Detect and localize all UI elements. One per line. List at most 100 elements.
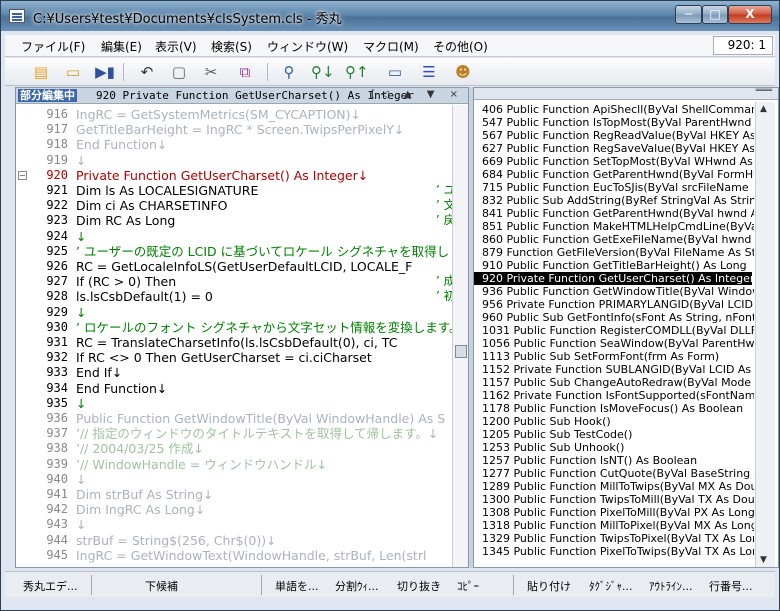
outline-item[interactable]: 956 Private Function PRIMARYLANGID(ByVal… <box>474 298 753 311</box>
outline-item[interactable]: 960 Public Sub GetFontInfo(sFont As Stri… <box>474 311 754 324</box>
editor-pane[interactable]: 部分編集中 920 Private Function GetUserCharse… <box>15 87 469 568</box>
outline-item[interactable]: 1205 Public Sub TestCode() <box>474 428 752 441</box>
outline-item[interactable]: 1056 Public Function SeaWindow(ByVal Par… <box>474 337 754 350</box>
menu-window[interactable]: ウィンドウ(W) <box>267 38 348 55</box>
outline-item[interactable]: 920 Private Function GetUserCharset() As… <box>474 272 754 285</box>
status-paste[interactable]: 貼り付け <box>527 578 571 594</box>
outline-item[interactable]: 715 Public Function EucToSJis(ByVal srcF… <box>474 181 752 194</box>
window-icon[interactable]: ▢ <box>169 62 189 82</box>
code-line[interactable]: 940 ↓ <box>16 472 452 487</box>
code-line[interactable]: 918 End Function↓ <box>16 137 452 152</box>
outline-item[interactable]: 567 Public Function RegReadValue(ByVal H… <box>474 129 754 142</box>
save-icon[interactable]: ▶▮ <box>95 62 115 82</box>
outline-item[interactable]: 1253 Public Sub Unhook() <box>474 441 752 454</box>
code-line[interactable]: 934 End Function↓ <box>16 381 452 396</box>
replace-icon[interactable]: ▭ <box>385 62 405 82</box>
scroll-up-icon[interactable]: ▲ <box>760 104 767 114</box>
code-line[interactable]: 933 End If↓ <box>16 365 452 380</box>
code-line[interactable]: 923 Dim RC As Long ’ 戻り値 <box>16 213 452 228</box>
menu-edit[interactable]: 編集(E) <box>101 38 142 55</box>
outline-item[interactable]: 860 Public Function GetExeFileName(ByVal… <box>474 233 754 246</box>
outline-header-grip[interactable]: ═══ <box>756 86 772 96</box>
outline-item[interactable]: 1345 Public Function PixelToTwips(ByVal … <box>474 545 754 558</box>
outline-item[interactable]: 684 Public Function GetParentHwnd(ByVal … <box>474 168 754 181</box>
fold-toggle-icon[interactable]: − <box>18 170 27 180</box>
status-cut[interactable]: 切り抜き <box>397 578 441 594</box>
title-bar[interactable]: C:¥Users¥test¥Documents¥clsSystem.cls - … <box>1 1 779 31</box>
find-icon[interactable]: ⚲ <box>279 62 299 82</box>
code-line[interactable]: 943 ↓ <box>16 517 452 532</box>
outline-item[interactable]: 1257 Public Function IsNT() As Boolean <box>474 454 752 467</box>
editor-scroll-thumb[interactable] <box>455 345 467 358</box>
outline-item[interactable]: 1289 Public Function MillToTwips(ByVal M… <box>474 480 754 493</box>
find-next-icon[interactable]: ⚲↓ <box>311 62 335 82</box>
outline-list[interactable]: 406 Public Function ApiShecll(ByVal Shel… <box>474 102 754 567</box>
copy-icon[interactable]: ⧉ <box>235 62 255 82</box>
code-line[interactable]: 930 ’ ロケールのフォント シグネチャから文字セット情報を変換します。 <box>16 320 452 335</box>
code-line[interactable]: 932 If RC <> 0 Then GetUserCharset = ci.… <box>16 350 452 365</box>
outline-item[interactable]: 1329 Public Function TwipsToPixel(ByVal … <box>474 532 754 545</box>
code-line[interactable]: 922 Dim ci As CHARSETINFO ’ 文 <box>16 198 452 213</box>
new-file-icon[interactable]: ▤ <box>31 62 51 82</box>
outline-item[interactable]: 1178 Public Function IsMoveFocus() As Bo… <box>474 402 752 415</box>
status-tagjump[interactable]: ﾀｸﾞｼﾞｬ... <box>589 578 633 594</box>
menu-macro[interactable]: マクロ(M) <box>363 38 419 55</box>
find-prev-icon[interactable]: ⚲↑ <box>345 62 369 82</box>
outline-item[interactable]: 547 Public Function IsTopMost(ByVal Pare… <box>474 116 754 129</box>
outline-item[interactable]: 841 Public Function GetParentHwnd(ByVal … <box>474 207 754 220</box>
outline-item[interactable]: 1162 Private Function IsFontSupported(sF… <box>474 389 754 402</box>
code-line[interactable]: 945 IngRC = GetWindowText(WindowHandle, … <box>16 548 452 563</box>
status-line-number[interactable]: 行番号... <box>709 578 753 594</box>
outline-item[interactable]: 1308 Public Function PixelToMill(ByVal P… <box>474 506 754 519</box>
code-line[interactable]: 928 ls.lsCsbDefault(1) = 0 ’ 初期化 <box>16 289 452 304</box>
code-line[interactable]: 919 ↓ <box>16 153 452 168</box>
outline-item[interactable]: 1031 Public Function RegisterCOMDLL(ByVa… <box>474 324 754 337</box>
outline-item[interactable]: 1318 Public Function MillToPixel(ByVal M… <box>474 519 754 532</box>
settings-icon[interactable]: ☻ <box>453 62 473 82</box>
outline-header[interactable]: ═══ <box>474 86 778 100</box>
menu-file[interactable]: ファイル(F) <box>21 38 85 55</box>
split-icon[interactable]: ☰ <box>419 62 439 82</box>
code-line[interactable]: 917 GetTitleBarHeight = IngRC * Screen.Tw… <box>16 122 452 137</box>
code-line[interactable]: 944 strBuf = String$(256, Chr$(0))↓ <box>16 533 452 548</box>
scroll-down-icon[interactable]: ▼ <box>760 555 767 565</box>
code-line[interactable]: 925 ’ ユーザーの既定の LCID に基づいてロケール シグネチャを取得し <box>16 244 452 259</box>
outline-scrollbar[interactable]: ▲ ▼ <box>755 102 775 567</box>
outline-item[interactable]: 1157 Public Sub ChangeAutoRedraw(ByVal M… <box>474 376 754 389</box>
status-next-candidate[interactable]: 下候補 <box>145 578 178 594</box>
outline-item[interactable]: 1200 Public Sub Hook() <box>474 415 752 428</box>
minimize-button[interactable]: ─ <box>675 5 702 24</box>
outline-item[interactable]: 1113 Public Sub SetFormFont(frm As Form) <box>474 350 752 363</box>
code-line[interactable]: 942 Dim IngRC As Long↓ <box>16 502 452 517</box>
status-outline[interactable]: ｱｳﾄﾗｲﾝ... <box>649 578 693 594</box>
status-hidemaru[interactable]: 秀丸エデ... <box>23 578 78 594</box>
code-line[interactable]: − 920 Private Function GetUserCharset() As… <box>16 168 452 183</box>
code-line[interactable]: 924 ↓ <box>16 229 452 244</box>
code-line[interactable]: 939 ’// WindowHandle = ウィンドウハンドル↓ <box>16 457 452 472</box>
maximize-button[interactable]: □ <box>702 5 728 24</box>
code-line[interactable]: 921 Dim ls As LOCALESIGNATURE ’ ユ <box>16 183 452 198</box>
outline-item[interactable]: 851 Public Function MakeHTMLHelpCmdLine(… <box>474 220 754 233</box>
code-line[interactable]: 927 If (RC > 0) Then ’ 成功し <box>16 274 452 289</box>
outline-item[interactable]: 627 Public Function RegSaveValue(ByVal H… <box>474 142 754 155</box>
code-line[interactable]: 937 ’// 指定のウィンドウのタイトルテキストを取得して帰します。↓ <box>16 426 452 441</box>
header-nav-icons[interactable]: [◁ ▲ ▼ × <box>371 89 464 100</box>
code-line[interactable]: 938 ’// 2004/03/25 作成↓ <box>16 441 452 456</box>
outline-item[interactable]: 1152 Private Function SUBLANGID(ByVal LC… <box>474 363 754 376</box>
code-line[interactable]: 936 Public Function GetWindowTitle(ByVal … <box>16 411 452 426</box>
outline-item[interactable]: 406 Public Function ApiShecll(ByVal Shel… <box>474 103 754 116</box>
menu-search[interactable]: 検索(S) <box>211 38 252 55</box>
outline-item[interactable]: 936 Public Function GetWindowTitle(ByVal… <box>474 285 754 298</box>
menu-other[interactable]: その他(O) <box>433 38 488 55</box>
status-word[interactable]: 単語を... <box>275 578 319 594</box>
code-area[interactable]: 916 IngRC = GetSystemMetrics(SM_CYCAPTION… <box>16 105 452 567</box>
code-line[interactable]: 916 IngRC = GetSystemMetrics(SM_CYCAPTION… <box>16 107 452 122</box>
outline-item[interactable]: 879 Function GetFileVersion(ByVal FileNa… <box>474 246 754 259</box>
outline-item[interactable]: 1300 Public Function TwipsToMill(ByVal T… <box>474 493 754 506</box>
undo-icon[interactable]: ↶ <box>137 62 157 82</box>
cut-icon[interactable]: ✂ <box>201 62 221 82</box>
outline-item[interactable]: 832 Public Sub AddString(ByRef StringVal… <box>474 194 754 207</box>
code-line[interactable]: 935 ↓ <box>16 396 452 411</box>
code-line[interactable]: 929 ↓ <box>16 305 452 320</box>
open-folder-icon[interactable]: ▭ <box>63 62 83 82</box>
